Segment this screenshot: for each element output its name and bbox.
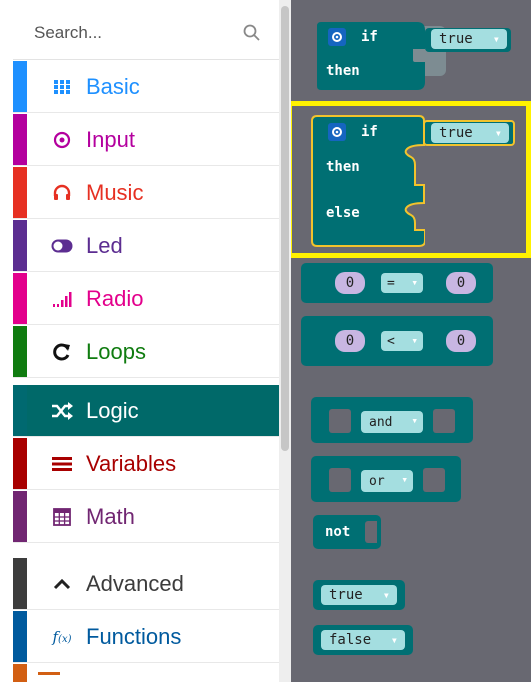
left-number-input[interactable]: 0 bbox=[335, 330, 365, 352]
target-icon bbox=[51, 129, 73, 151]
category-label: Music bbox=[86, 180, 144, 205]
toolbox-sidebar: Basic Input Music bbox=[0, 0, 279, 682]
grid-icon bbox=[51, 76, 73, 98]
empty-input-slot[interactable] bbox=[423, 468, 445, 492]
calculator-icon bbox=[51, 506, 73, 528]
if-keyword: if bbox=[361, 29, 378, 45]
list-lines-icon bbox=[51, 453, 73, 475]
category-math[interactable]: Math bbox=[13, 491, 279, 543]
less-than-compare-block[interactable]: 0 < 0 bbox=[301, 316, 493, 366]
boolean-op-dropdown[interactable]: and bbox=[361, 411, 423, 433]
toggle-icon bbox=[51, 235, 73, 257]
not-keyword: not bbox=[325, 524, 351, 540]
true-block[interactable]: true bbox=[313, 580, 405, 610]
category-loops[interactable]: Loops bbox=[13, 326, 279, 378]
category-color-bar bbox=[13, 664, 27, 682]
or-block[interactable]: or bbox=[311, 456, 461, 502]
operator-dropdown[interactable]: = bbox=[381, 273, 423, 293]
category-input[interactable]: Input bbox=[13, 114, 279, 166]
category-separator bbox=[13, 544, 279, 552]
left-number-input[interactable]: 0 bbox=[335, 272, 365, 294]
category-label: Basic bbox=[86, 74, 140, 99]
right-number-input[interactable]: 0 bbox=[446, 330, 476, 352]
chevron-up-icon bbox=[51, 573, 73, 595]
category-color-bar bbox=[13, 491, 27, 542]
refresh-icon bbox=[51, 341, 73, 363]
category-logic[interactable]: Logic bbox=[13, 385, 279, 437]
search-input[interactable] bbox=[34, 20, 224, 46]
else-keyword: else bbox=[326, 205, 360, 221]
empty-input-slot[interactable] bbox=[365, 521, 377, 543]
and-block[interactable]: and bbox=[311, 397, 473, 443]
category-color-bar bbox=[13, 558, 27, 609]
category-color-bar bbox=[13, 273, 27, 324]
category-color-bar bbox=[13, 61, 27, 112]
true-dropdown[interactable]: true bbox=[321, 585, 397, 605]
category-radio[interactable]: Radio bbox=[13, 273, 279, 325]
category-color-bar bbox=[13, 220, 27, 271]
blocks-flyout: if then true if then else true 0 = 0 0 <… bbox=[291, 0, 531, 682]
gear-icon[interactable] bbox=[328, 123, 346, 141]
signal-bars-icon bbox=[51, 288, 73, 310]
then-keyword: then bbox=[326, 159, 360, 175]
category-color-bar bbox=[13, 114, 27, 165]
search-box[interactable] bbox=[13, 8, 279, 60]
category-variables[interactable]: Variables bbox=[13, 438, 279, 490]
gear-icon[interactable] bbox=[328, 28, 346, 46]
toolbox-scrollbar-thumb[interactable] bbox=[281, 6, 289, 451]
category-functions[interactable]: f(x) Functions bbox=[13, 611, 279, 663]
if-then-else-block[interactable]: if then else bbox=[311, 115, 425, 247]
category-label: Radio bbox=[86, 286, 144, 311]
category-music[interactable]: Music bbox=[13, 167, 279, 219]
category-label: Input bbox=[86, 127, 135, 152]
partial-category-icon bbox=[38, 672, 60, 675]
headphones-icon bbox=[51, 182, 73, 204]
category-label: Logic bbox=[86, 398, 139, 423]
category-label: Led bbox=[86, 233, 123, 258]
boolean-op-dropdown[interactable]: or bbox=[361, 470, 413, 492]
then-keyword: then bbox=[326, 63, 360, 79]
empty-input-slot[interactable] bbox=[433, 409, 455, 433]
category-label: Math bbox=[86, 504, 135, 529]
if-then-block[interactable]: if then bbox=[317, 22, 425, 90]
search-icon[interactable] bbox=[242, 23, 262, 43]
shuffle-icon bbox=[51, 400, 73, 422]
category-color-bar bbox=[13, 385, 27, 436]
equals-compare-block[interactable]: 0 = 0 bbox=[301, 263, 493, 303]
empty-input-slot[interactable] bbox=[329, 409, 351, 433]
category-led[interactable]: Led bbox=[13, 220, 279, 272]
true-dropdown[interactable]: true bbox=[431, 123, 509, 143]
true-dropdown[interactable]: true bbox=[431, 29, 507, 49]
empty-input-slot[interactable] bbox=[329, 468, 351, 492]
not-block[interactable]: not bbox=[313, 515, 381, 549]
if-keyword: if bbox=[361, 124, 378, 140]
category-advanced[interactable]: Advanced bbox=[13, 558, 279, 610]
category-color-bar bbox=[13, 438, 27, 489]
category-label: Advanced bbox=[86, 571, 184, 596]
category-label: Variables bbox=[86, 451, 177, 476]
false-dropdown[interactable]: false bbox=[321, 630, 405, 650]
category-color-bar bbox=[13, 326, 27, 377]
category-color-bar bbox=[13, 167, 27, 218]
function-icon: f(x) bbox=[52, 628, 72, 646]
right-number-input[interactable]: 0 bbox=[446, 272, 476, 294]
false-block[interactable]: false bbox=[313, 625, 413, 655]
category-color-bar bbox=[13, 611, 27, 662]
category-basic[interactable]: Basic bbox=[13, 61, 279, 113]
category-label: Loops bbox=[86, 339, 146, 364]
operator-dropdown[interactable]: < bbox=[381, 331, 423, 351]
category-label: Functions bbox=[86, 624, 182, 649]
